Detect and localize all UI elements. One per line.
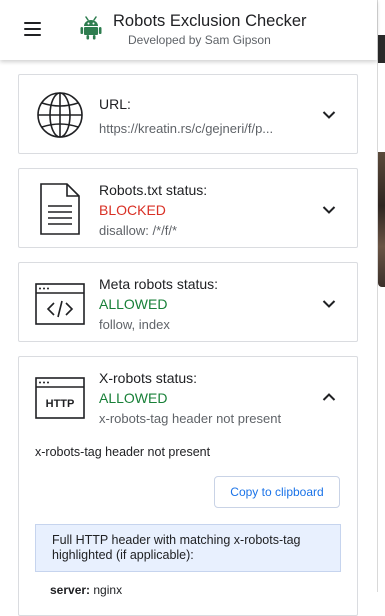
x-robots-card[interactable]: HTTP X-robots status: ALLOWED x-robots-t… [18, 356, 358, 616]
x-robots-expanded-text: x-robots-tag header not present [35, 445, 211, 459]
robots-txt-rule: disallow: /*/f/* [99, 223, 178, 238]
document-icon [40, 183, 80, 235]
popup-header: Robots Exclusion Checker Developed by Sa… [0, 0, 377, 60]
meta-robots-status: ALLOWED [99, 296, 168, 312]
x-robots-summary: x-robots-tag header not present [99, 411, 282, 426]
meta-robots-label: Meta robots status: [99, 276, 219, 292]
robots-txt-status: BLOCKED [99, 202, 166, 218]
chevron-down-icon[interactable] [322, 205, 336, 215]
http-header-value: nginx [93, 583, 123, 597]
chevron-down-icon[interactable] [322, 299, 336, 309]
app-title: Robots Exclusion Checker [113, 12, 307, 30]
app-subtitle: Developed by Sam Gipson [128, 33, 271, 47]
x-robots-label: X-robots status: [99, 370, 198, 386]
http-header-info-box: Full HTTP header with matching x-robots-… [35, 524, 341, 572]
url-value: https://kreatin.rs/c/gejneri/f/p... [99, 121, 274, 136]
code-window-icon [35, 283, 85, 325]
chevron-down-icon[interactable] [322, 110, 336, 120]
http-header-key: server: [50, 583, 91, 597]
background-page-bar [378, 35, 385, 63]
hamburger-menu-icon[interactable] [24, 22, 41, 36]
meta-robots-card[interactable]: Meta robots status: ALLOWED follow, inde… [18, 262, 358, 342]
background-page-image [378, 152, 385, 287]
background-page-strip [378, 0, 385, 592]
http-header-line: server: nginx [50, 583, 122, 597]
url-label: URL: [99, 96, 131, 112]
http-window-icon: HTTP [35, 377, 85, 419]
android-robot-icon [80, 16, 102, 40]
meta-robots-directives: follow, index [99, 317, 170, 332]
http-icon-text: HTTP [46, 398, 75, 410]
x-robots-status: ALLOWED [99, 390, 168, 406]
copy-to-clipboard-button[interactable]: Copy to clipboard [214, 476, 340, 508]
globe-icon [37, 92, 83, 138]
chevron-up-icon[interactable] [322, 392, 336, 402]
robots-txt-label: Robots.txt status: [99, 182, 208, 198]
extension-popup: Robots Exclusion Checker Developed by Sa… [0, 0, 378, 616]
robots-txt-card[interactable]: Robots.txt status: BLOCKED disallow: /*/… [18, 168, 358, 248]
url-card[interactable]: URL: https://kreatin.rs/c/gejneri/f/p... [18, 74, 358, 154]
